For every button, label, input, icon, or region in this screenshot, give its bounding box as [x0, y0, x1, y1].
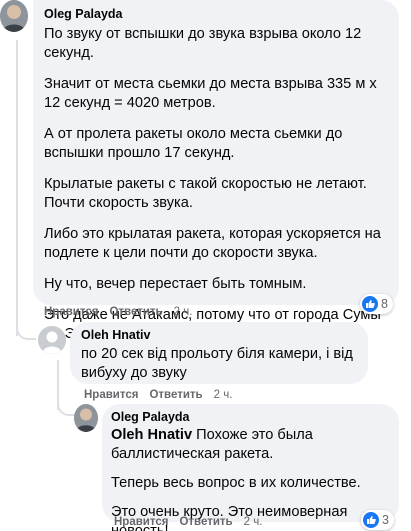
comment-bubble: Oleh Hnativ по 20 сек від прольоту біля … — [70, 322, 368, 384]
avatar-oleg-palayda[interactable] — [74, 404, 98, 432]
profile-photo-icon — [74, 404, 98, 432]
comment-author[interactable]: Oleh Hnativ — [81, 327, 356, 343]
reaction-summary[interactable]: 3 — [361, 510, 394, 530]
reply-button[interactable]: Ответить — [109, 306, 162, 318]
comment-timestamp[interactable]: 2 ч. — [244, 516, 263, 528]
comment-paragraph: Либо это крылатая ракета, которая ускоря… — [44, 226, 381, 261]
comment-paragraph: По звуку от вспышки до звука взрыва окол… — [44, 26, 362, 61]
like-button[interactable]: Нравится — [114, 516, 168, 528]
avatar-oleh-hnativ[interactable] — [38, 326, 66, 354]
comment-text: по 20 сек від прольоту біля камери, і ві… — [81, 345, 356, 383]
comment-paragraph: А от пролета ракеты около места сьемки д… — [44, 126, 343, 161]
reaction-count: 8 — [381, 297, 388, 311]
reaction-summary[interactable]: 8 — [360, 294, 393, 314]
like-icon — [363, 512, 379, 528]
reaction-count: 3 — [382, 513, 389, 527]
comment-bubble: Oleg Palayda Oleh Hnativ Похоже это была… — [102, 404, 399, 531]
thread-connector-reply-1 — [16, 322, 36, 340]
profile-photo-icon — [0, 0, 28, 32]
like-icon — [362, 296, 378, 312]
comment-paragraph: Крылатые ракеты с такой скоростью не лет… — [44, 176, 367, 211]
comment-paragraph: Oleh Hnativ Похоже это была баллистическ… — [111, 426, 389, 464]
avatar-oleg-palayda[interactable] — [0, 0, 28, 32]
thread-line-main — [16, 40, 18, 336]
comment-timestamp[interactable]: 2 ч. — [214, 389, 233, 401]
mention-link[interactable]: Oleh Hnativ — [111, 427, 192, 443]
comment-actions: Нравится Ответить 2 ч. — [84, 389, 232, 401]
like-button[interactable]: Нравится — [44, 306, 98, 318]
comment-timestamp[interactable]: 2 ч. — [174, 306, 193, 318]
default-avatar-icon — [38, 326, 66, 354]
comment-author[interactable]: Oleg Palayda — [111, 409, 389, 425]
comment-actions: Нравится Ответить 2 ч. — [44, 306, 192, 318]
comment-text: По звуку от вспышки до звука взрыва окол… — [44, 25, 389, 344]
reply-button[interactable]: Ответить — [149, 389, 202, 401]
comment-actions: Нравится Ответить 2 ч. — [114, 516, 262, 528]
thread-connector-reply-2 — [57, 396, 75, 416]
comment-author[interactable]: Oleg Palayda — [44, 6, 389, 22]
comment-bubble: Oleg Palayda По звуку от вспышки до звук… — [33, 0, 399, 342]
reply-button[interactable]: Ответить — [179, 516, 232, 528]
comment-paragraph: Значит от места сьемки до места взрыва 3… — [44, 76, 377, 111]
comment-paragraph: Теперь весь вопрос в их количестве. — [111, 475, 361, 491]
comment-paragraph: по 20 сек від прольоту біля камери, і ві… — [81, 346, 353, 381]
like-button[interactable]: Нравится — [84, 389, 138, 401]
comment-paragraph: Ну что, вечер перестает быть томным. — [44, 276, 307, 292]
